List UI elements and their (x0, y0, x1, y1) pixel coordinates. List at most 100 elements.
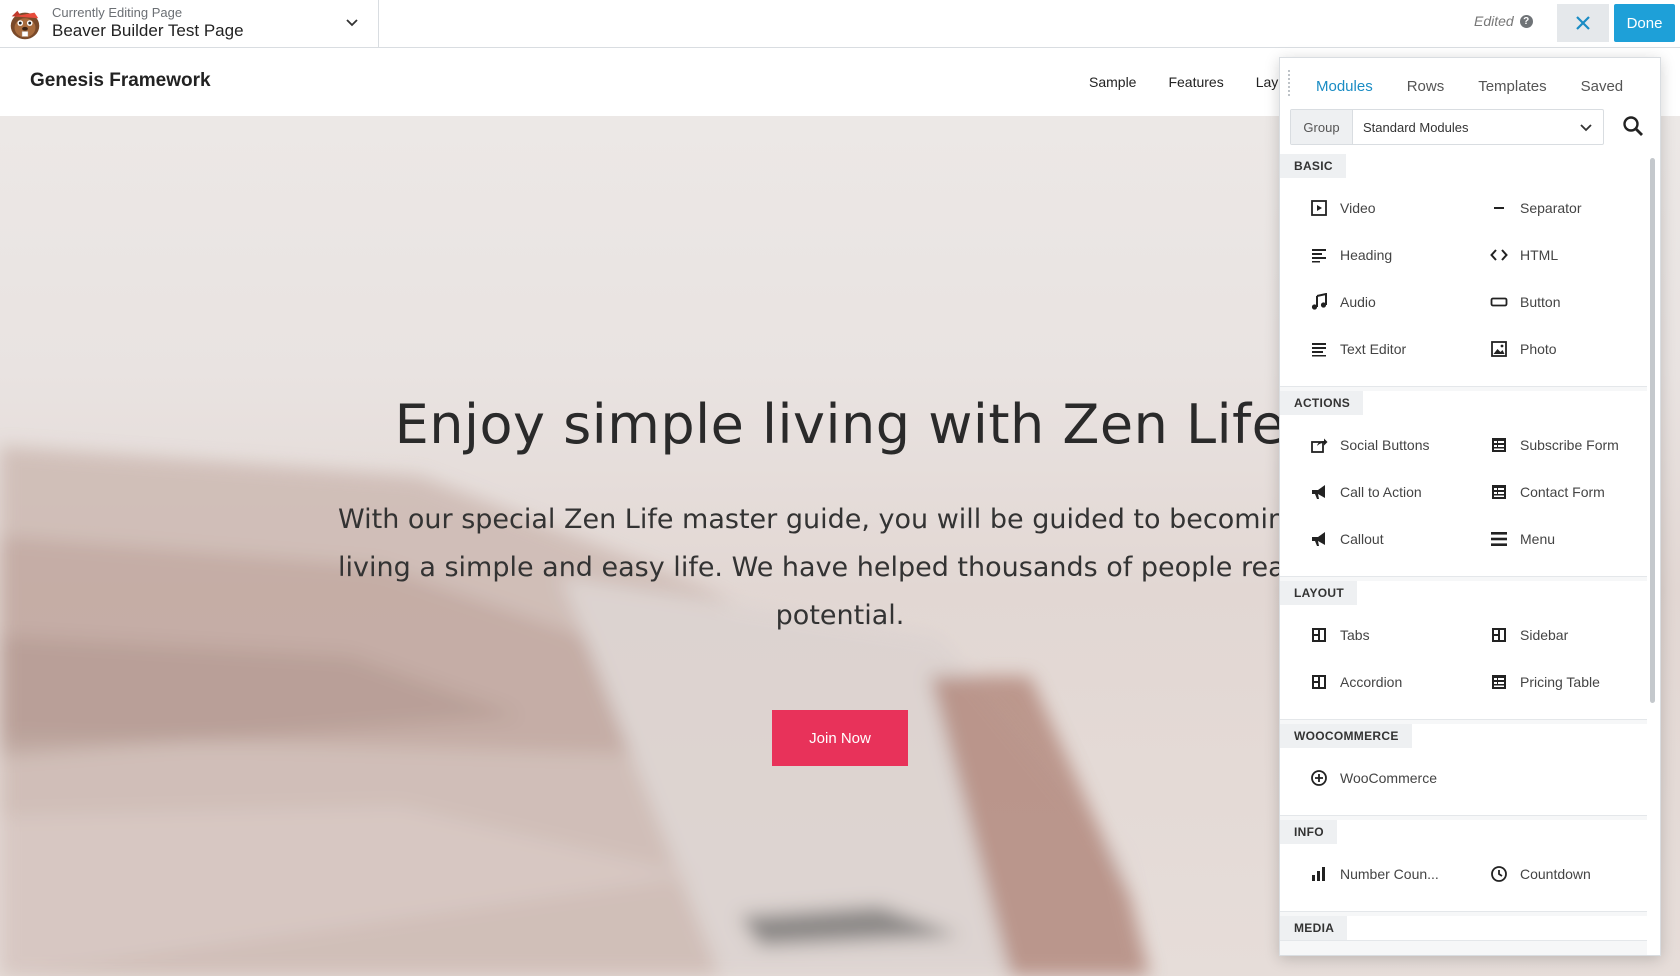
tab-modules[interactable]: Modules (1316, 78, 1373, 95)
module-call-to-action[interactable]: Call to Action (1310, 468, 1490, 515)
close-panel-button[interactable] (1557, 4, 1609, 42)
tab-templates[interactable]: Templates (1478, 78, 1546, 95)
module-menu[interactable]: Menu (1490, 515, 1647, 562)
module-callout[interactable]: Callout (1310, 515, 1490, 562)
module-grid: Social Buttons Subscribe Form Call to Acti… (1280, 415, 1647, 576)
hero-body-line: With our special Zen Life master guide, … (338, 504, 1370, 535)
audio-icon (1311, 292, 1327, 310)
module-pricing-table[interactable]: Pricing Table (1490, 658, 1647, 705)
group-select[interactable]: Standard Modules (1353, 110, 1603, 144)
nav-item-layouts[interactable]: Lay (1256, 74, 1279, 90)
tab-saved[interactable]: Saved (1581, 78, 1624, 95)
builder-top-bar: Currently Editing Page Beaver Builder Te… (0, 0, 1680, 48)
module-subscribe-form[interactable]: Subscribe Form (1490, 421, 1647, 468)
site-title[interactable]: Genesis Framework (30, 70, 211, 92)
module-video[interactable]: Video (1310, 184, 1490, 231)
module-list[interactable]: BASIC Video Separator Heading HTML Audio Butto… (1280, 154, 1647, 955)
module-label: HTML (1520, 246, 1559, 263)
editing-caption: Currently Editing Page (52, 5, 183, 20)
button-icon (1490, 297, 1508, 306)
plus-circle-icon (1311, 769, 1327, 786)
drag-handle[interactable] (1287, 69, 1291, 97)
module-separator[interactable]: Separator (1490, 184, 1647, 231)
module-label: Social Buttons (1340, 436, 1430, 453)
nav-item-sample[interactable]: Sample (1089, 74, 1136, 90)
module-html[interactable]: HTML (1490, 231, 1647, 278)
module-label: Separator (1520, 199, 1582, 216)
megaphone-icon (1312, 484, 1325, 499)
module-label: Menu (1520, 530, 1556, 547)
module-label: Button (1520, 293, 1561, 310)
hero-body-line: living a simple and easy life. We have h… (338, 552, 1353, 583)
module-label: Text Editor (1340, 340, 1407, 357)
module-label: Tabs (1340, 626, 1370, 643)
hero-body-line: potential. (775, 600, 905, 631)
done-button[interactable]: Done (1614, 4, 1675, 42)
help-icon[interactable]: ? (1519, 14, 1533, 28)
chevron-down-icon (346, 19, 358, 27)
nav-item-features[interactable]: Features (1168, 74, 1223, 90)
tab-rows[interactable]: Rows (1407, 78, 1445, 95)
module-label: WooCommerce (1340, 769, 1437, 786)
module-sidebar[interactable]: Sidebar (1490, 611, 1647, 658)
bar-chart-icon (1312, 866, 1325, 881)
section-heading: MEDIA (1280, 916, 1348, 940)
module-number-coun[interactable]: Number Coun... (1310, 850, 1490, 897)
group-label: Group (1291, 110, 1353, 144)
site-nav: Sample Features Lay (1089, 74, 1310, 90)
module-label: Pricing Table (1520, 673, 1600, 690)
module-label: Accordion (1340, 673, 1403, 690)
page-title: Beaver Builder Test Page (52, 21, 244, 40)
page-switcher[interactable]: Currently Editing Page Beaver Builder Te… (0, 0, 379, 47)
join-now-button[interactable]: Join Now (772, 710, 908, 766)
module-label: Subscribe Form (1520, 436, 1619, 453)
section-heading: BASIC (1280, 154, 1346, 178)
group-filter: Group Standard Modules (1290, 109, 1604, 145)
content-panel: Modules Rows Templates Saved Group Stand… (1279, 57, 1661, 956)
section-heading: ACTIONS (1280, 391, 1364, 415)
module-label: Heading (1340, 246, 1393, 263)
module-label: Call to Action (1340, 483, 1422, 500)
megaphone-icon (1312, 531, 1325, 546)
module-social-buttons[interactable]: Social Buttons (1310, 421, 1490, 468)
layout-icon (1492, 627, 1506, 642)
edited-label: Edited (1474, 13, 1514, 29)
section-divider (1280, 941, 1647, 945)
module-label: Video (1340, 199, 1376, 216)
module-label: Sidebar (1520, 626, 1569, 643)
module-contact-form[interactable]: Contact Form (1490, 468, 1647, 515)
separator-icon (1494, 206, 1504, 209)
module-heading[interactable]: Heading (1310, 231, 1490, 278)
layout-icon (1312, 674, 1326, 689)
module-countdown[interactable]: Countdown (1490, 850, 1647, 897)
module-section-info: INFO Number Coun... Countdown (1280, 820, 1647, 912)
chevron-down-icon (1580, 124, 1592, 132)
module-grid: Tabs Sidebar Accordion Pricing Table (1280, 605, 1647, 719)
section-heading: LAYOUT (1280, 581, 1358, 605)
clock-icon (1491, 865, 1507, 882)
module-section-basic: BASIC Video Separator Heading HTML Audio Butto… (1280, 154, 1647, 387)
beaver-logo-icon (10, 10, 40, 39)
form-icon (1492, 484, 1506, 499)
module-accordion[interactable]: Accordion (1310, 658, 1490, 705)
module-section-layout: LAYOUT Tabs Sidebar Accordion Pricing Table (1280, 581, 1647, 720)
module-tabs[interactable]: Tabs (1310, 611, 1490, 658)
module-section-actions: ACTIONS Social Buttons Subscribe Form Call … (1280, 391, 1647, 577)
module-audio[interactable]: Audio (1310, 278, 1490, 325)
panel-tabs: Modules Rows Templates Saved (1316, 78, 1657, 95)
search-icon[interactable] (1621, 114, 1645, 138)
module-button[interactable]: Button (1490, 278, 1647, 325)
module-woocommerce[interactable]: WooCommerce (1310, 754, 1490, 801)
module-section-media: MEDIA (1280, 916, 1647, 941)
photo-icon (1491, 340, 1507, 357)
module-text-editor[interactable]: Text Editor (1310, 325, 1490, 372)
menu-icon (1491, 531, 1507, 546)
module-photo[interactable]: Photo (1490, 325, 1647, 372)
module-section-woocommerce: WOOCOMMERCE WooCommerce (1280, 724, 1647, 816)
module-label: Number Coun... (1340, 865, 1439, 882)
module-grid: Number Coun... Countdown (1280, 844, 1647, 911)
layout-icon (1312, 627, 1326, 642)
section-heading: WOOCOMMERCE (1280, 724, 1412, 748)
module-label: Contact Form (1520, 483, 1605, 500)
panel-scrollbar[interactable] (1650, 158, 1655, 703)
